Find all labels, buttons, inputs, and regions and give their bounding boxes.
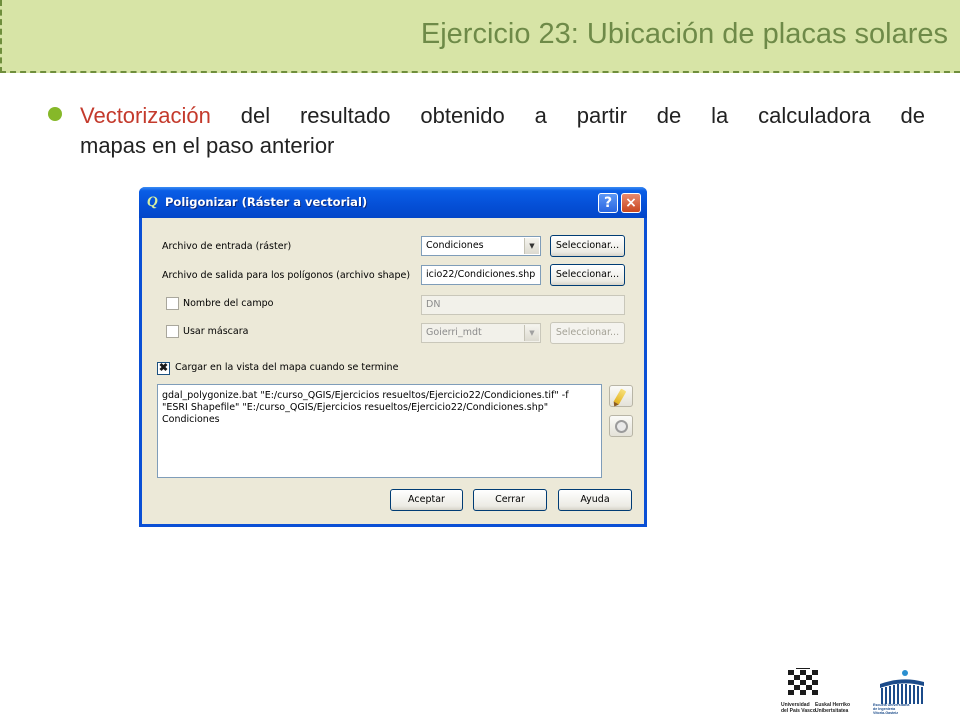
bullet-highlight: Vectorización bbox=[80, 103, 211, 128]
output-shape-label: Archivo de salida para los polígonos (ar… bbox=[162, 270, 411, 281]
dialog-titlebar[interactable]: Q Poligonizar (Ráster a vectorial) ? × bbox=[139, 187, 647, 218]
ehu-text: Euskal Herriko Unibertsitatea bbox=[815, 702, 850, 714]
output-shape-field[interactable]: icio22/Condiciones.shp bbox=[421, 265, 541, 285]
edit-command-button[interactable] bbox=[609, 385, 633, 407]
bullet-text: Vectorización del resultado obtenido a p… bbox=[80, 101, 925, 161]
pencil-icon bbox=[613, 388, 627, 405]
bullet-line-2: mapas en el paso anterior bbox=[80, 133, 335, 158]
mask-value: Goierri_mdt bbox=[426, 327, 482, 338]
school-text: Escuela Universitaria de Ingeniería Vito… bbox=[873, 703, 909, 715]
command-textbox[interactable]: gdal_polygonize.bat "E:/curso_QGIS/Ejerc… bbox=[157, 384, 602, 478]
mask-combo[interactable]: Goierri_mdt ▼ bbox=[421, 323, 541, 343]
bullet-line-1: Vectorización del resultado obtenido a p… bbox=[80, 101, 925, 131]
ehu-line-2: Unibertsitatea bbox=[815, 707, 849, 714]
reset-command-button[interactable] bbox=[609, 415, 633, 437]
help-button[interactable]: Ayuda bbox=[558, 489, 632, 511]
field-name-input[interactable]: DN bbox=[421, 295, 625, 315]
bullet-line-1-rest: del resultado obtenido a partir de la ca… bbox=[210, 103, 925, 128]
qgis-icon: Q bbox=[147, 194, 158, 210]
mask-label: Usar máscara bbox=[183, 326, 249, 337]
slide-title: Ejercicio 23: Ubicación de placas solare… bbox=[420, 18, 948, 50]
select-output-button[interactable]: Seleccionar... bbox=[550, 264, 625, 286]
field-name-label: Nombre del campo bbox=[183, 298, 274, 309]
load-map-checkbox[interactable]: ✖ bbox=[157, 362, 170, 375]
slide-header: Ejercicio 23: Ubicación de placas solare… bbox=[0, 0, 960, 73]
reset-icon bbox=[615, 420, 628, 433]
input-raster-combo[interactable]: Condiciones ▼ bbox=[421, 236, 541, 256]
input-raster-label: Archivo de entrada (ráster) bbox=[162, 241, 292, 252]
select-mask-button[interactable]: Seleccionar... bbox=[550, 322, 625, 344]
titlebar-close-button[interactable]: × bbox=[621, 193, 641, 213]
field-name-checkbox[interactable] bbox=[166, 297, 179, 310]
polygonize-dialog: Q Poligonizar (Ráster a vectorial) ? × A… bbox=[139, 187, 647, 527]
titlebar-help-button[interactable]: ? bbox=[598, 193, 618, 213]
close-button[interactable]: Cerrar bbox=[473, 489, 547, 511]
input-raster-value: Condiciones bbox=[426, 240, 484, 251]
upv-text: Universidad del País Vasco bbox=[781, 702, 816, 714]
upv-line-2: del País Vasco bbox=[781, 707, 816, 714]
mask-checkbox[interactable] bbox=[166, 325, 179, 338]
school-line-3: Vitoria-Gasteiz bbox=[873, 711, 899, 715]
load-map-label: Cargar en la vista del mapa cuando se te… bbox=[175, 362, 399, 373]
dialog-title: Poligonizar (Ráster a vectorial) bbox=[165, 195, 368, 209]
bullet-dot bbox=[48, 107, 62, 121]
accept-button[interactable]: Aceptar bbox=[390, 489, 463, 511]
select-input-button[interactable]: Seleccionar... bbox=[550, 235, 625, 257]
chevron-down-icon[interactable]: ▼ bbox=[524, 325, 539, 341]
chevron-down-icon[interactable]: ▼ bbox=[524, 238, 539, 254]
